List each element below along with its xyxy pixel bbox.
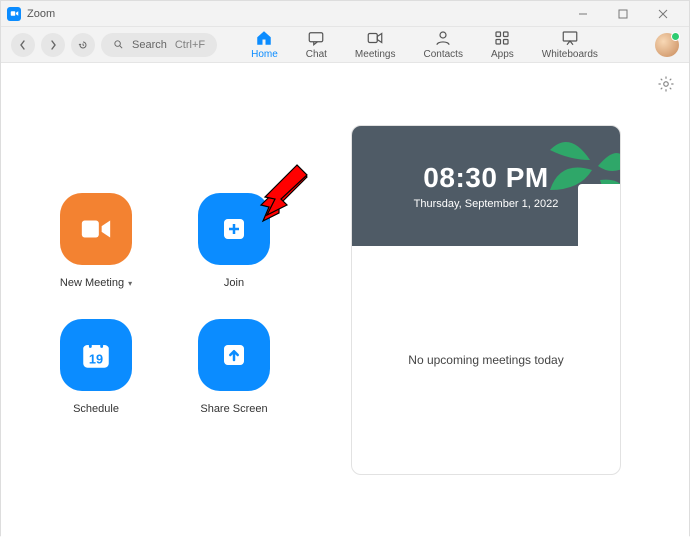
nav-chat[interactable]: Chat xyxy=(302,29,331,60)
plus-icon xyxy=(219,214,249,244)
window-controls xyxy=(563,1,683,27)
calendar-panel: 08:30 PM Thursday, September 1, 2022 No … xyxy=(351,125,621,475)
calendar-body: No upcoming meetings today xyxy=(352,246,620,474)
nav-whiteboards[interactable]: Whiteboards xyxy=(538,29,602,60)
nav-home-label: Home xyxy=(251,49,278,60)
contacts-icon xyxy=(434,29,452,47)
nav-whiteboards-label: Whiteboards xyxy=(542,49,598,60)
nav-contacts-label: Contacts xyxy=(424,49,463,60)
share-screen-label: Share Screen xyxy=(200,403,267,415)
nav-apps-label: Apps xyxy=(491,49,514,60)
search-label: Search xyxy=(132,39,167,51)
nav-apps[interactable]: Apps xyxy=(487,29,518,60)
new-meeting-button[interactable] xyxy=(60,193,132,265)
maximize-button[interactable] xyxy=(603,1,643,27)
main-nav: Home Chat Meetings Contacts Apps Whitebo… xyxy=(247,29,602,60)
settings-button[interactable] xyxy=(657,75,675,98)
share-icon xyxy=(219,340,249,370)
apps-icon xyxy=(493,29,511,47)
calendar-empty-text: No upcoming meetings today xyxy=(408,353,563,367)
action-tiles: New Meeting ▾ Join xyxy=(51,193,311,445)
video-icon xyxy=(79,212,113,246)
chat-icon xyxy=(307,29,325,47)
search-icon xyxy=(113,39,124,50)
history-button[interactable] xyxy=(71,33,95,57)
nav-meetings[interactable]: Meetings xyxy=(351,29,400,60)
top-toolbar: Search Ctrl+F Home Chat Meetings Contact… xyxy=(1,27,689,63)
schedule-button[interactable]: 19 xyxy=(60,319,132,391)
titlebar: Zoom xyxy=(1,1,689,27)
nav-home[interactable]: Home xyxy=(247,29,282,60)
home-icon xyxy=(255,29,273,47)
whiteboards-icon xyxy=(561,29,579,47)
chevron-down-icon[interactable]: ▾ xyxy=(128,279,132,288)
home-content: New Meeting ▾ Join xyxy=(1,63,689,537)
search-shortcut: Ctrl+F xyxy=(175,39,205,51)
nav-chat-label: Chat xyxy=(306,49,327,60)
app-icon xyxy=(7,7,21,21)
forward-button[interactable] xyxy=(41,33,65,57)
meetings-icon xyxy=(366,29,384,47)
calendar-icon: 19 xyxy=(79,338,113,372)
share-screen-button[interactable] xyxy=(198,319,270,391)
app-window: Zoom Search Ctrl+F Home xyxy=(0,0,690,536)
close-button[interactable] xyxy=(643,1,683,27)
svg-text:19: 19 xyxy=(89,352,103,367)
nav-contacts[interactable]: Contacts xyxy=(420,29,467,60)
plant-decoration xyxy=(520,126,620,246)
search-input[interactable]: Search Ctrl+F xyxy=(101,33,217,57)
window-title: Zoom xyxy=(27,8,55,20)
annotation-arrow-icon xyxy=(247,159,311,223)
avatar[interactable] xyxy=(655,33,679,57)
schedule-label: Schedule xyxy=(73,403,119,415)
calendar-header: 08:30 PM Thursday, September 1, 2022 xyxy=(352,126,620,246)
join-label: Join xyxy=(224,277,244,289)
back-button[interactable] xyxy=(11,33,35,57)
new-meeting-label: New Meeting ▾ xyxy=(60,277,132,289)
nav-meetings-label: Meetings xyxy=(355,49,396,60)
minimize-button[interactable] xyxy=(563,1,603,27)
